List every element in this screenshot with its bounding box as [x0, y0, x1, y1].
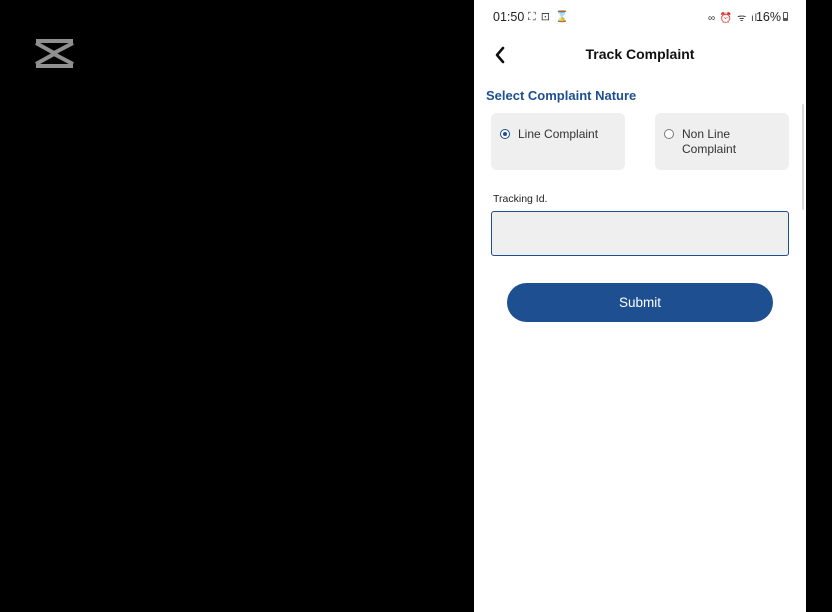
status-bar: 01:50 ⛶ ⊡ ⌛ ∞ ⏰ ᯤ ıl 16%	[474, 0, 806, 34]
scroll-edge-indicator	[802, 104, 804, 210]
non-line-complaint-option[interactable]: Non Line Complaint	[655, 113, 789, 170]
status-system-icons: ∞ ⏰ ᯤ ıl	[707, 13, 758, 24]
screen-recording-frame: 01:50 ⛶ ⊡ ⌛ ∞ ⏰ ᯤ ıl 16% Track Complaint…	[0, 0, 832, 612]
phone-screen: 01:50 ⛶ ⊡ ⌛ ∞ ⏰ ᯤ ıl 16% Track Complaint…	[474, 0, 806, 612]
page-title: Track Complaint	[585, 46, 695, 62]
tracking-id-label: Tracking Id.	[493, 193, 548, 205]
tracking-id-input[interactable]	[491, 211, 789, 256]
radio-selected-icon[interactable]	[500, 129, 510, 139]
radio-unselected-icon[interactable]	[664, 129, 674, 139]
app-header: Track Complaint	[474, 38, 806, 72]
status-time: 01:50	[493, 10, 525, 24]
battery-icon	[783, 12, 788, 21]
submit-button[interactable]: Submit	[507, 283, 773, 322]
capcut-logo-icon	[35, 39, 74, 68]
status-notification-icons: ⛶ ⊡ ⌛	[528, 11, 570, 23]
section-title: Select Complaint Nature	[486, 88, 637, 103]
option-label: Line Complaint	[518, 127, 599, 141]
battery-percentage: 16%	[755, 10, 781, 24]
line-complaint-option[interactable]: Line Complaint	[491, 113, 625, 170]
option-label: Non Line Complaint	[682, 127, 737, 156]
